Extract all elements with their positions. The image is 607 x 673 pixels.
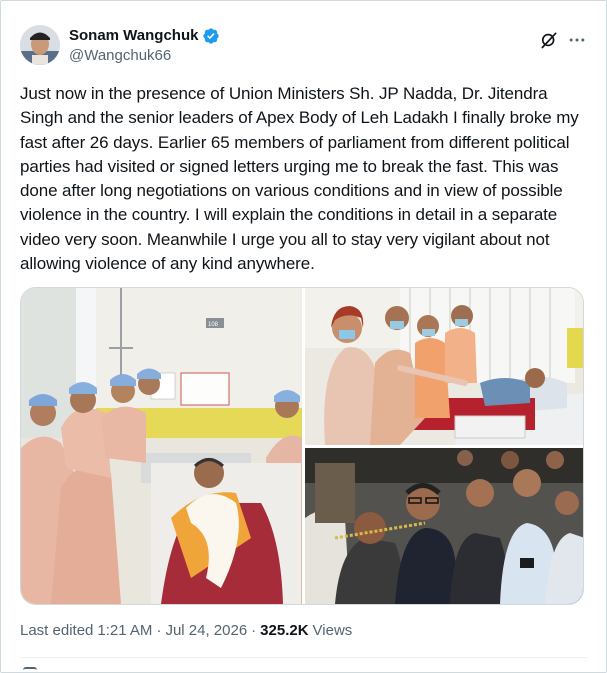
photo-leaders-crowd[interactable]	[305, 448, 583, 604]
author-handle[interactable]: @Wangchuk66	[69, 47, 171, 65]
tweet-card: Sonam Wangchuk @Wangchuk66 Just now in t…	[0, 0, 607, 673]
avatar-image	[20, 25, 60, 65]
avatar[interactable]	[20, 25, 60, 65]
author-display-name[interactable]: Sonam Wangchuk	[69, 27, 198, 45]
more-options-icon[interactable]	[566, 29, 588, 51]
grok-icon[interactable]	[538, 29, 560, 51]
tweet-date[interactable]: Jul 24, 2026	[165, 622, 247, 640]
tweet-text: Just now in the presence of Union Minist…	[20, 84, 579, 274]
media-grid: 108	[20, 287, 584, 605]
divider	[20, 657, 588, 658]
edited-label[interactable]: Last edited	[20, 622, 93, 640]
photo-hospital-group[interactable]: 108	[21, 288, 302, 604]
room-number: 108	[208, 322, 219, 328]
reply-icon[interactable]	[23, 667, 37, 672]
meta-separator-2: ·	[251, 622, 257, 639]
author-name-row: Sonam Wangchuk	[69, 27, 220, 45]
tweet-time[interactable]: 1:21 AM	[97, 622, 152, 640]
verified-badge-icon	[202, 27, 220, 45]
tweet-meta: Last edited 1:21 AM · Jul 24, 2026 · 325…	[20, 622, 352, 640]
views-count[interactable]: 325.2K	[260, 622, 308, 640]
photo-ministers-bedside[interactable]	[305, 288, 583, 445]
views-label: Views	[312, 622, 353, 639]
meta-separator: ·	[156, 622, 162, 639]
